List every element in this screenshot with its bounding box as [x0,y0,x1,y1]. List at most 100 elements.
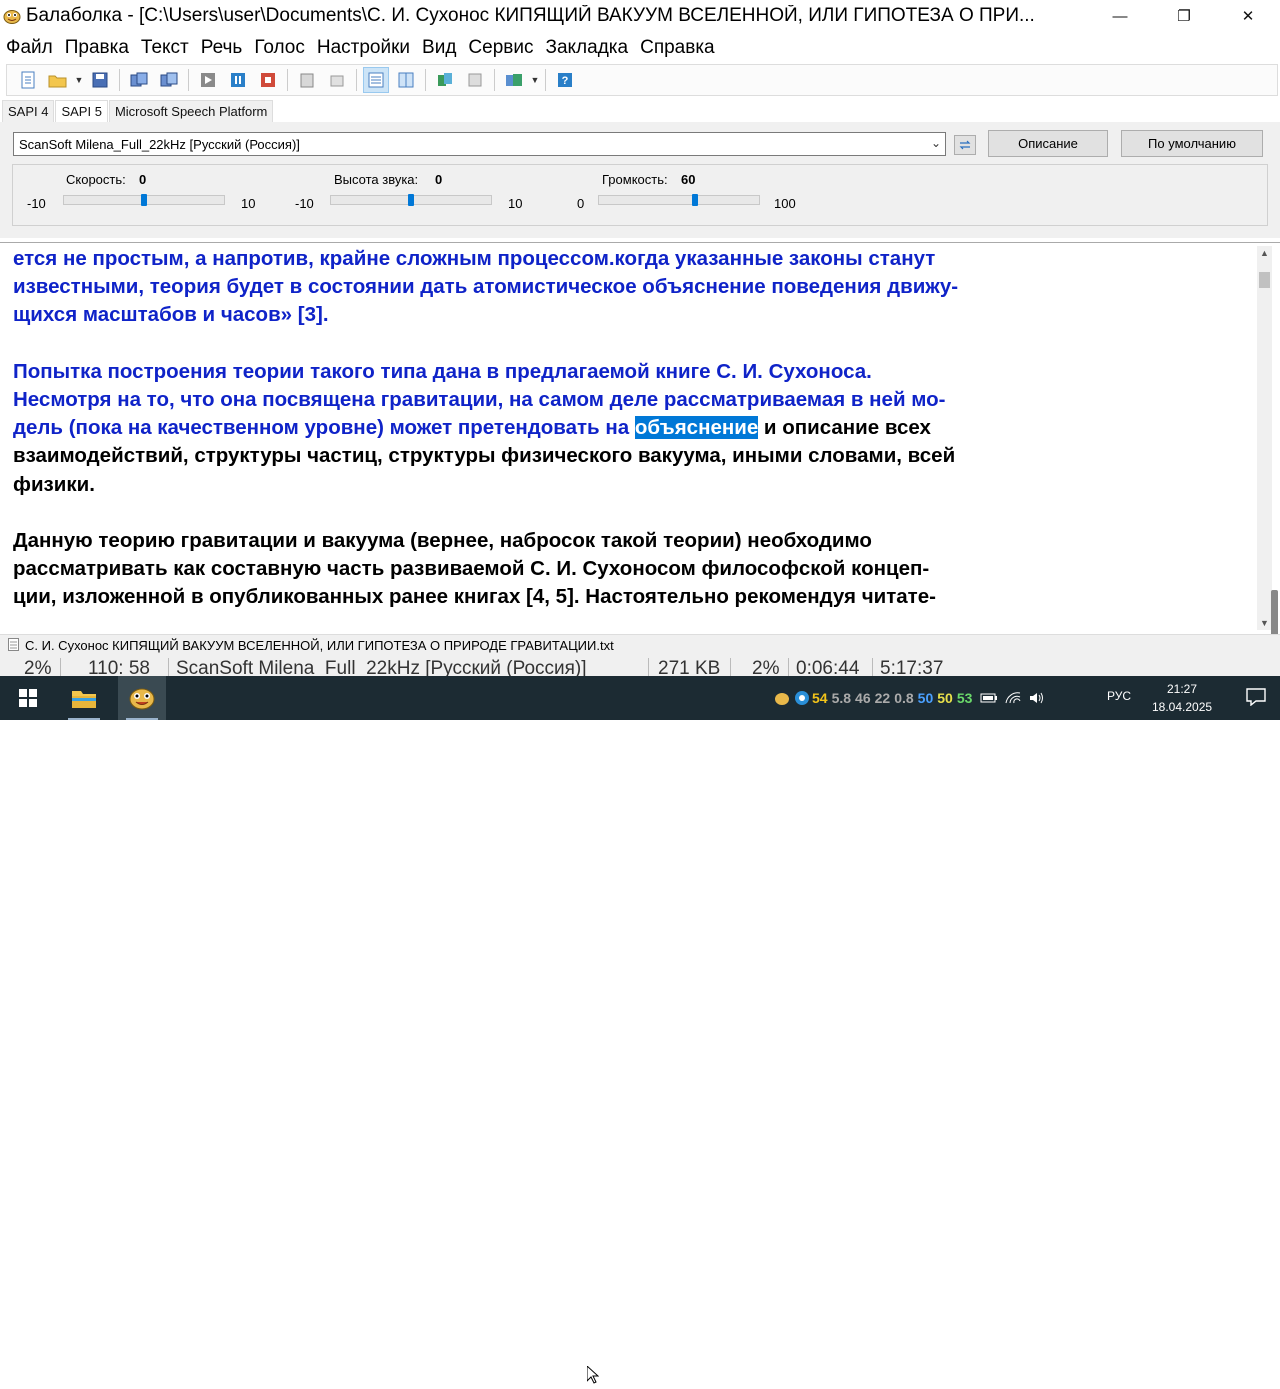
scrollbar-thumb[interactable] [1259,272,1270,288]
description-button[interactable]: Описание [988,130,1108,157]
wifi-icon[interactable] [1004,691,1022,705]
menu-edit[interactable]: Правка [59,37,135,59]
volume-icon[interactable] [1028,691,1046,705]
voice-select-value: ScanSoft Milena_Full_22kHz [Русский (Рос… [19,137,300,152]
menu-bookmark[interactable]: Закладка [539,37,634,59]
toolbar-separator [119,69,120,91]
toolbar-separator [287,69,288,91]
taskbar-clock[interactable]: 21:27 18.04.2025 [1152,680,1212,716]
notifications-icon[interactable] [1246,688,1266,711]
refresh-voices-button[interactable] [954,135,976,155]
bookmark-icon[interactable] [432,67,458,93]
tray-number: 5.8 [831,690,852,706]
system-tray: 54 5.8 46 22 0.8 50 50 53 [774,676,1046,720]
speed-min: -10 [27,196,46,211]
battery-icon[interactable] [980,692,998,704]
volume-min: 0 [577,196,585,211]
window-title: Балаболка - [C:\Users\user\Documents\С. … [26,5,1035,26]
tray-number: 22 [874,690,891,706]
pitch-label: Высота звука: [334,172,419,187]
chevron-down-icon[interactable]: ▼ [73,75,85,85]
pitch-max: 10 [508,196,523,211]
speed-value: 0 [139,172,147,187]
volume-slider-thumb[interactable] [692,194,699,206]
stop-icon[interactable] [255,67,281,93]
toolbar: ▼ ▼ ? [6,64,1278,96]
save-icon[interactable] [87,67,113,93]
text-line: ции, изложенной в опубликованных ранее к… [13,585,936,609]
text-line: Данную теорию гравитации и вакуума (верн… [13,529,872,552]
file-explorer-taskbar-icon[interactable] [60,676,108,720]
tray-number: 46 [855,690,871,706]
close-button[interactable]: ✕ [1216,0,1280,32]
maximize-button[interactable]: ❐ [1152,0,1216,32]
batch-convert-icon[interactable] [156,67,182,93]
status-bar: 2% 110: 58 ScanSoft Milena_Full_22kHz [Р… [0,656,1280,676]
menu-text[interactable]: Текст [135,37,195,59]
menu-voice[interactable]: Голос [248,37,311,59]
input-language[interactable]: РУС [1107,689,1131,703]
speed-slider-group: Скорость: 0 -10 10 [13,165,273,225]
balabolka-tray-icon[interactable] [774,691,790,705]
menu-speech[interactable]: Речь [195,37,249,59]
open-folder-icon[interactable] [45,67,71,93]
tab-sapi5[interactable]: SAPI 5 [55,100,108,122]
pitch-slider-thumb[interactable] [408,194,414,206]
menu-file[interactable]: Файл [0,37,59,59]
text-line: взаимодействий, структуры частиц, структ… [13,444,956,468]
volume-label: Громкость: [602,172,668,187]
text-line: Несмотря на то, что она посвящена гравит… [13,388,946,411]
tab-sapi4[interactable]: SAPI 4 [2,100,55,122]
play-icon[interactable] [195,67,221,93]
speed-slider-thumb[interactable] [141,194,147,206]
speed-label: Скорость: [66,172,126,187]
text-line: физики. [13,472,95,496]
new-file-icon[interactable] [15,67,41,93]
voice-select[interactable]: ScanSoft Milena_Full_22kHz [Русский (Рос… [13,132,946,156]
status-total: 5:17:37 [880,658,944,676]
text-line: рассматривать как составную часть развив… [13,557,930,581]
toolbar-separator [356,69,357,91]
mouse-cursor-icon [586,1364,600,1389]
text-view-icon[interactable] [363,67,389,93]
chevron-down-icon[interactable]: ⌄ [931,136,941,150]
volume-slider-track[interactable] [598,195,760,205]
menu-settings[interactable]: Настройки [311,37,416,59]
menu-service[interactable]: Сервис [462,37,539,59]
pitch-value: 0 [435,172,443,187]
tab-speech-platform[interactable]: Microsoft Speech Platform [108,100,274,122]
text-line: Попытка построения теории такого типа да… [13,359,872,383]
document-text[interactable]: ется не простым, а напротив, крайне слож… [13,245,1058,612]
toolbar-separator [494,69,495,91]
text-line: известными, теория будет в состоянии дат… [13,275,959,299]
text-editor[interactable]: ется не простым, а напротив, крайне слож… [0,242,1280,632]
split-view-icon[interactable] [393,67,419,93]
status-position: 110: 58 [88,658,150,676]
help-icon[interactable]: ? [552,67,578,93]
export-icon[interactable] [501,67,527,93]
default-button[interactable]: По умолчанию [1121,130,1263,157]
toolbar-separator [188,69,189,91]
file-tab[interactable]: С. И. Сухонос КИПЯЩИЙ ВАКУУМ ВСЕЛЕННОЙ, … [25,638,614,653]
start-button[interactable] [0,676,56,720]
convert-icon[interactable] [126,67,152,93]
minimize-button[interactable]: — [1088,0,1152,32]
menu-help[interactable]: Справка [634,37,721,59]
volume-value: 60 [681,172,696,187]
editor-scrollbar[interactable]: ▲ ▼ [1257,246,1272,630]
balabolka-taskbar-icon[interactable] [118,676,166,720]
spell-icon[interactable] [324,67,350,93]
dictionary-icon[interactable] [462,67,488,93]
pause-icon[interactable] [225,67,251,93]
unread-text: и описание всех [758,416,931,440]
scroll-up-icon[interactable]: ▲ [1260,248,1269,258]
menu-view[interactable]: Вид [416,37,462,59]
scroll-down-icon[interactable]: ▼ [1260,618,1269,628]
spoken-text: дель (пока на качественном уровне) может… [13,416,635,440]
window-scrollbar-thumb[interactable] [1271,590,1278,636]
text-line: ется не простым, а напротив, крайне слож… [13,247,936,270]
chevron-down-icon[interactable]: ▼ [529,75,541,85]
network-monitor-icon[interactable] [794,690,810,706]
clipboard-icon[interactable] [294,67,320,93]
volume-max: 100 [774,196,796,211]
